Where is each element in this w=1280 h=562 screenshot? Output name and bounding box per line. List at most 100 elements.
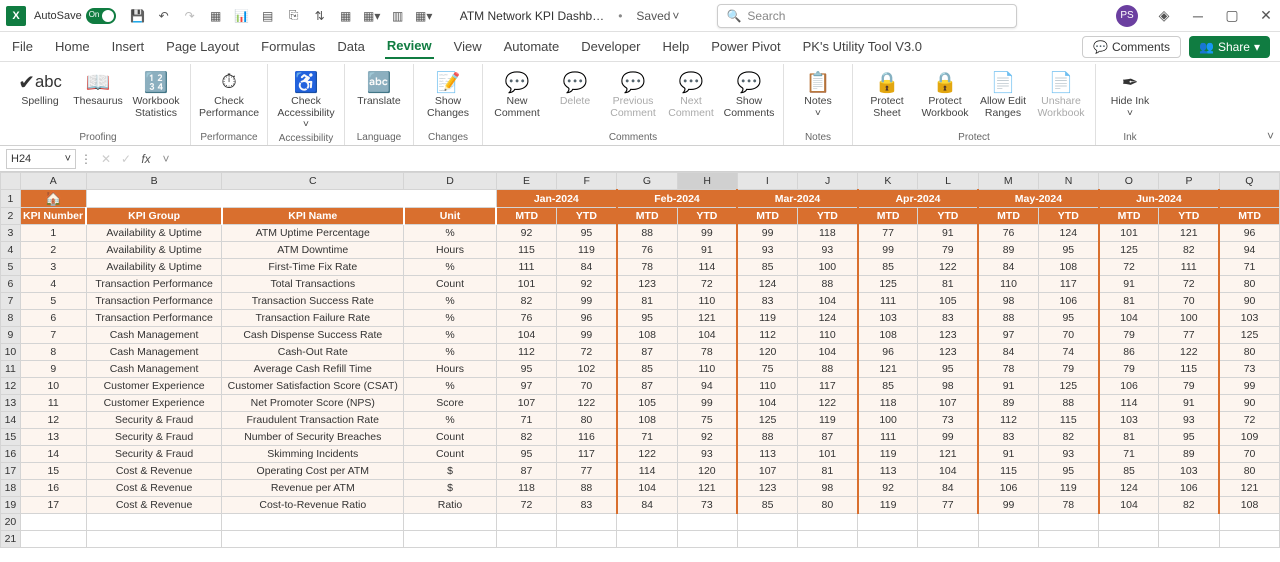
cell[interactable]: 115 <box>496 242 556 259</box>
cell[interactable]: 97 <box>978 327 1038 344</box>
cell[interactable]: 103 <box>1219 310 1279 327</box>
cell[interactable] <box>737 514 797 531</box>
cell[interactable]: 89 <box>978 395 1038 412</box>
cell[interactable]: 78 <box>677 344 737 361</box>
column-header[interactable]: M <box>978 173 1038 190</box>
cell[interactable]: 95 <box>1159 429 1219 446</box>
notes-button[interactable]: 📋Notes˅ <box>790 66 846 119</box>
cell[interactable] <box>496 514 556 531</box>
cell[interactable]: 99 <box>557 293 617 310</box>
cell[interactable]: 9 <box>20 361 86 378</box>
cell[interactable] <box>677 531 737 548</box>
allow-edit-ranges-button[interactable]: 📄Allow Edit Ranges <box>975 66 1031 119</box>
cell[interactable]: 106 <box>1099 378 1159 395</box>
cell[interactable]: Cost & Revenue <box>86 497 222 514</box>
cell[interactable]: 86 <box>1099 344 1159 361</box>
cell[interactable]: % <box>404 225 497 242</box>
cell[interactable]: 91 <box>1099 276 1159 293</box>
cell[interactable]: 82 <box>496 429 556 446</box>
row-header[interactable]: 13 <box>1 395 21 412</box>
cell[interactable] <box>86 531 222 548</box>
cell[interactable]: 99 <box>677 225 737 242</box>
cell[interactable]: Cash Management <box>86 361 222 378</box>
column-header[interactable]: Q <box>1219 173 1279 190</box>
cell[interactable]: 124 <box>1038 225 1098 242</box>
cell[interactable] <box>1038 531 1098 548</box>
cell[interactable]: 80 <box>1219 276 1279 293</box>
avatar[interactable]: PS <box>1116 5 1138 27</box>
cell[interactable]: 104 <box>617 480 677 497</box>
cell[interactable]: 98 <box>978 293 1038 310</box>
cell[interactable]: 121 <box>1219 480 1279 497</box>
cell[interactable]: Cash Management <box>86 327 222 344</box>
cell[interactable]: Hours <box>404 242 497 259</box>
cell[interactable]: 88 <box>978 310 1038 327</box>
qat-icon[interactable]: ▦▾ <box>416 8 432 24</box>
cell[interactable]: Availability & Uptime <box>86 259 222 276</box>
cell[interactable]: % <box>404 412 497 429</box>
subheader-ytd[interactable]: YTD <box>557 208 617 225</box>
cell[interactable]: 117 <box>798 378 858 395</box>
formula-input[interactable] <box>176 149 1280 169</box>
cell[interactable]: 10 <box>20 378 86 395</box>
cell[interactable]: 104 <box>1099 497 1159 514</box>
cell[interactable]: 100 <box>798 259 858 276</box>
row-header[interactable]: 15 <box>1 429 21 446</box>
toggle-switch[interactable]: On <box>86 8 116 24</box>
cell[interactable]: 96 <box>1219 225 1279 242</box>
column-header[interactable]: F <box>557 173 617 190</box>
subheader-ytd[interactable]: YTD <box>798 208 858 225</box>
cell[interactable]: 106 <box>978 480 1038 497</box>
row-header[interactable]: 6 <box>1 276 21 293</box>
cell[interactable]: 93 <box>798 242 858 259</box>
subheader-mtd[interactable]: MTD <box>978 208 1038 225</box>
cell[interactable]: 110 <box>737 378 797 395</box>
cell[interactable]: 112 <box>496 344 556 361</box>
cell[interactable]: 108 <box>1219 497 1279 514</box>
month-header[interactable]: Apr-2024 <box>858 190 978 208</box>
cell[interactable]: Customer Experience <box>86 395 222 412</box>
cell[interactable]: 78 <box>617 259 677 276</box>
cell[interactable]: 125 <box>1099 242 1159 259</box>
cell[interactable]: % <box>404 344 497 361</box>
autosave-toggle[interactable]: AutoSave On <box>34 8 116 24</box>
column-header[interactable]: B <box>86 173 222 190</box>
cell[interactable]: 99 <box>737 225 797 242</box>
cell[interactable]: 114 <box>617 463 677 480</box>
show-changes-button[interactable]: 📝Show Changes <box>420 66 476 119</box>
cell[interactable]: 124 <box>737 276 797 293</box>
cell[interactable]: 3 <box>20 259 86 276</box>
cell[interactable]: 122 <box>557 395 617 412</box>
close-icon[interactable]: ✕ <box>1258 8 1274 24</box>
row-header[interactable]: 8 <box>1 310 21 327</box>
cell[interactable]: 5 <box>20 293 86 310</box>
cell[interactable]: % <box>404 378 497 395</box>
search-input[interactable]: 🔍 Search <box>717 4 1017 28</box>
cell[interactable]: 77 <box>557 463 617 480</box>
cell[interactable] <box>86 190 496 208</box>
document-title[interactable]: ATM Network KPI Dashb… <box>460 9 604 23</box>
cell[interactable]: 76 <box>496 310 556 327</box>
cell[interactable]: Hours <box>404 361 497 378</box>
cell[interactable]: 92 <box>557 276 617 293</box>
subheader-ytd[interactable]: YTD <box>677 208 737 225</box>
cell[interactable]: 93 <box>677 446 737 463</box>
redo-icon[interactable]: ↷ <box>182 8 198 24</box>
cell[interactable]: 92 <box>496 225 556 242</box>
cell[interactable] <box>1038 514 1098 531</box>
cell[interactable]: 110 <box>978 276 1038 293</box>
cell[interactable]: 98 <box>798 480 858 497</box>
cell[interactable]: 114 <box>1099 395 1159 412</box>
minimize-icon[interactable]: ─ <box>1190 8 1206 24</box>
cell[interactable]: 83 <box>978 429 1038 446</box>
column-header[interactable]: H <box>677 173 737 190</box>
cell[interactable] <box>496 531 556 548</box>
cell[interactable]: 107 <box>918 395 978 412</box>
cell[interactable]: 119 <box>557 242 617 259</box>
cell[interactable] <box>86 514 222 531</box>
cell[interactable]: 115 <box>978 463 1038 480</box>
cell[interactable]: 119 <box>1038 480 1098 497</box>
cell[interactable]: 121 <box>918 446 978 463</box>
cell[interactable]: 72 <box>1159 276 1219 293</box>
cell[interactable]: Transaction Performance <box>86 310 222 327</box>
